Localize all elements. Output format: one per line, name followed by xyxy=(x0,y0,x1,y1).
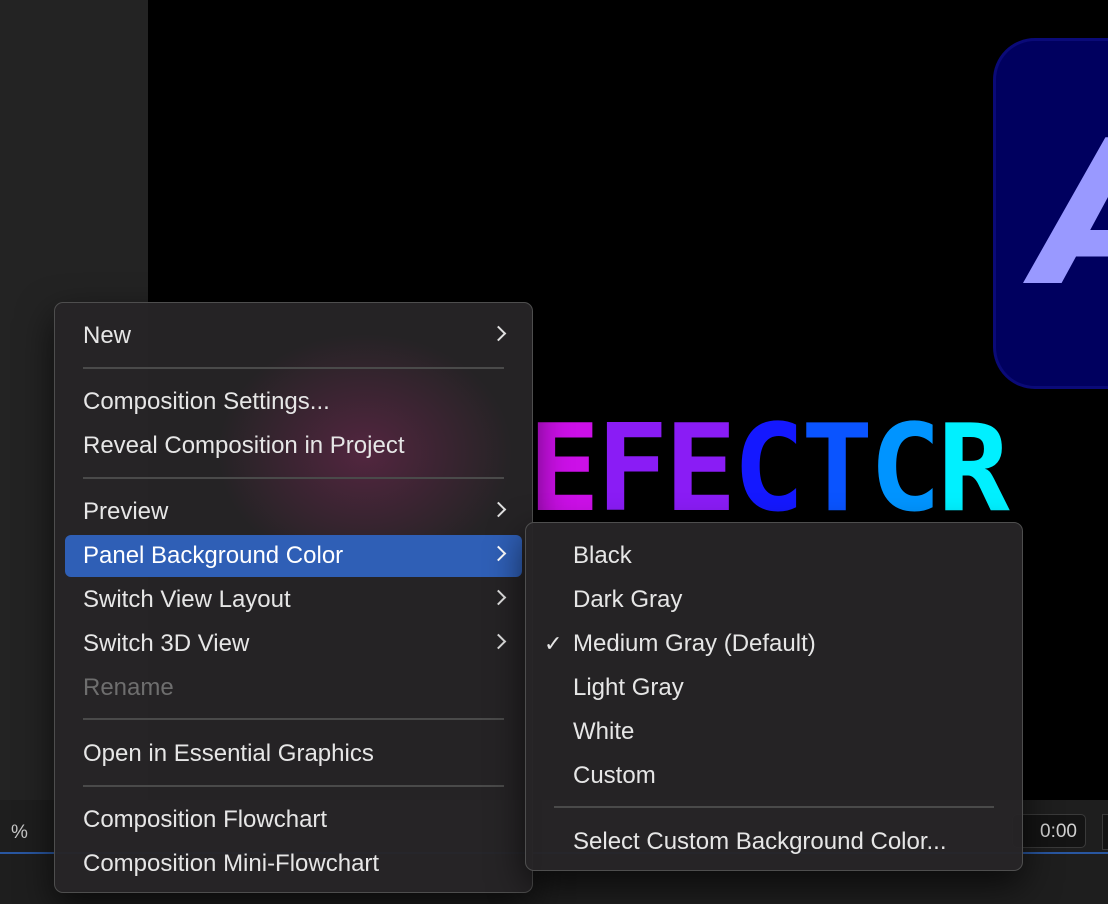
menu-item-label: Open in Essential Graphics xyxy=(83,740,374,767)
title-letter: R xyxy=(937,400,1010,539)
submenu-item-light-gray[interactable]: Light Gray xyxy=(536,667,1012,709)
timecode-field[interactable]: 0:00 xyxy=(1012,814,1086,848)
menu-item-label: Black xyxy=(573,542,632,569)
menu-item-switch-3d-view[interactable]: Switch 3D View xyxy=(65,623,522,665)
submenu-item-select-custom-color[interactable]: Select Custom Background Color... xyxy=(536,821,1012,863)
menu-item-open-essential-graphics[interactable]: Open in Essential Graphics xyxy=(65,733,522,775)
menu-item-label: White xyxy=(573,718,635,745)
menu-item-label: Panel Background Color xyxy=(83,542,344,569)
chevron-right-icon xyxy=(490,325,507,342)
menu-item-label: Custom xyxy=(573,762,656,789)
menu-item-switch-view-layout[interactable]: Switch View Layout xyxy=(65,579,522,621)
menu-item-composition-flowchart[interactable]: Composition Flowchart xyxy=(65,799,522,841)
panel-background-submenu: Black Dark Gray ✓ Medium Gray (Default) … xyxy=(525,522,1023,871)
menu-item-label: Composition Settings... xyxy=(83,388,330,415)
menu-item-label: Dark Gray xyxy=(573,586,683,613)
menu-item-label: Composition Mini-Flowchart xyxy=(83,850,380,877)
chevron-right-icon xyxy=(490,501,507,518)
checkmark-icon: ✓ xyxy=(544,631,563,656)
submenu-item-custom[interactable]: Custom xyxy=(536,755,1012,797)
menu-separator xyxy=(83,477,504,479)
menu-item-label: New xyxy=(83,322,132,349)
menu-item-composition-mini-flowchart[interactable]: Composition Mini-Flowchart xyxy=(65,843,522,885)
context-menu: New Composition Settings... Reveal Compo… xyxy=(54,302,533,893)
chevron-right-icon xyxy=(490,545,507,562)
submenu-item-black[interactable]: Black xyxy=(536,535,1012,577)
submenu-item-medium-gray[interactable]: ✓ Medium Gray (Default) xyxy=(536,623,1012,665)
submenu-item-dark-gray[interactable]: Dark Gray xyxy=(536,579,1012,621)
menu-item-preview[interactable]: Preview xyxy=(65,491,522,533)
menu-item-label: Switch 3D View xyxy=(83,630,250,657)
menu-separator xyxy=(83,367,504,369)
logo-letter: A xyxy=(1036,115,1108,315)
menu-item-label: Light Gray xyxy=(573,674,684,701)
title-letter: E xyxy=(528,400,600,539)
menu-item-reveal-composition[interactable]: Reveal Composition in Project xyxy=(65,425,522,467)
submenu-item-white[interactable]: White xyxy=(536,711,1012,753)
menu-item-label: Rename xyxy=(83,674,174,701)
menu-separator xyxy=(554,806,994,808)
menu-separator xyxy=(83,785,504,787)
chevron-right-icon xyxy=(490,589,507,606)
menu-item-panel-background-color[interactable]: Panel Background Color xyxy=(65,535,522,577)
pixel-title-text: EFECTCR xyxy=(528,400,1010,539)
menu-item-new[interactable]: New xyxy=(65,315,522,357)
title-letter: T xyxy=(801,400,873,539)
menu-separator xyxy=(83,718,504,720)
menu-item-composition-settings[interactable]: Composition Settings... xyxy=(65,381,522,423)
menu-item-label: Select Custom Background Color... xyxy=(573,828,947,855)
menu-item-label: Composition Flowchart xyxy=(83,806,328,833)
title-letter: E xyxy=(664,400,737,539)
menu-item-label: Switch View Layout xyxy=(83,586,291,613)
title-letter: F xyxy=(596,400,668,539)
zoom-percent-label[interactable]: % xyxy=(11,822,28,844)
menu-item-label: Preview xyxy=(83,498,169,525)
title-letter: C xyxy=(732,400,805,539)
menu-item-label: Medium Gray (Default) xyxy=(573,630,816,657)
menu-item-label: Reveal Composition in Project xyxy=(83,432,405,459)
chevron-right-icon xyxy=(490,633,507,650)
menu-item-rename: Rename xyxy=(65,667,522,709)
toolbar-field-edge xyxy=(1102,814,1108,850)
title-letter: C xyxy=(869,400,941,539)
